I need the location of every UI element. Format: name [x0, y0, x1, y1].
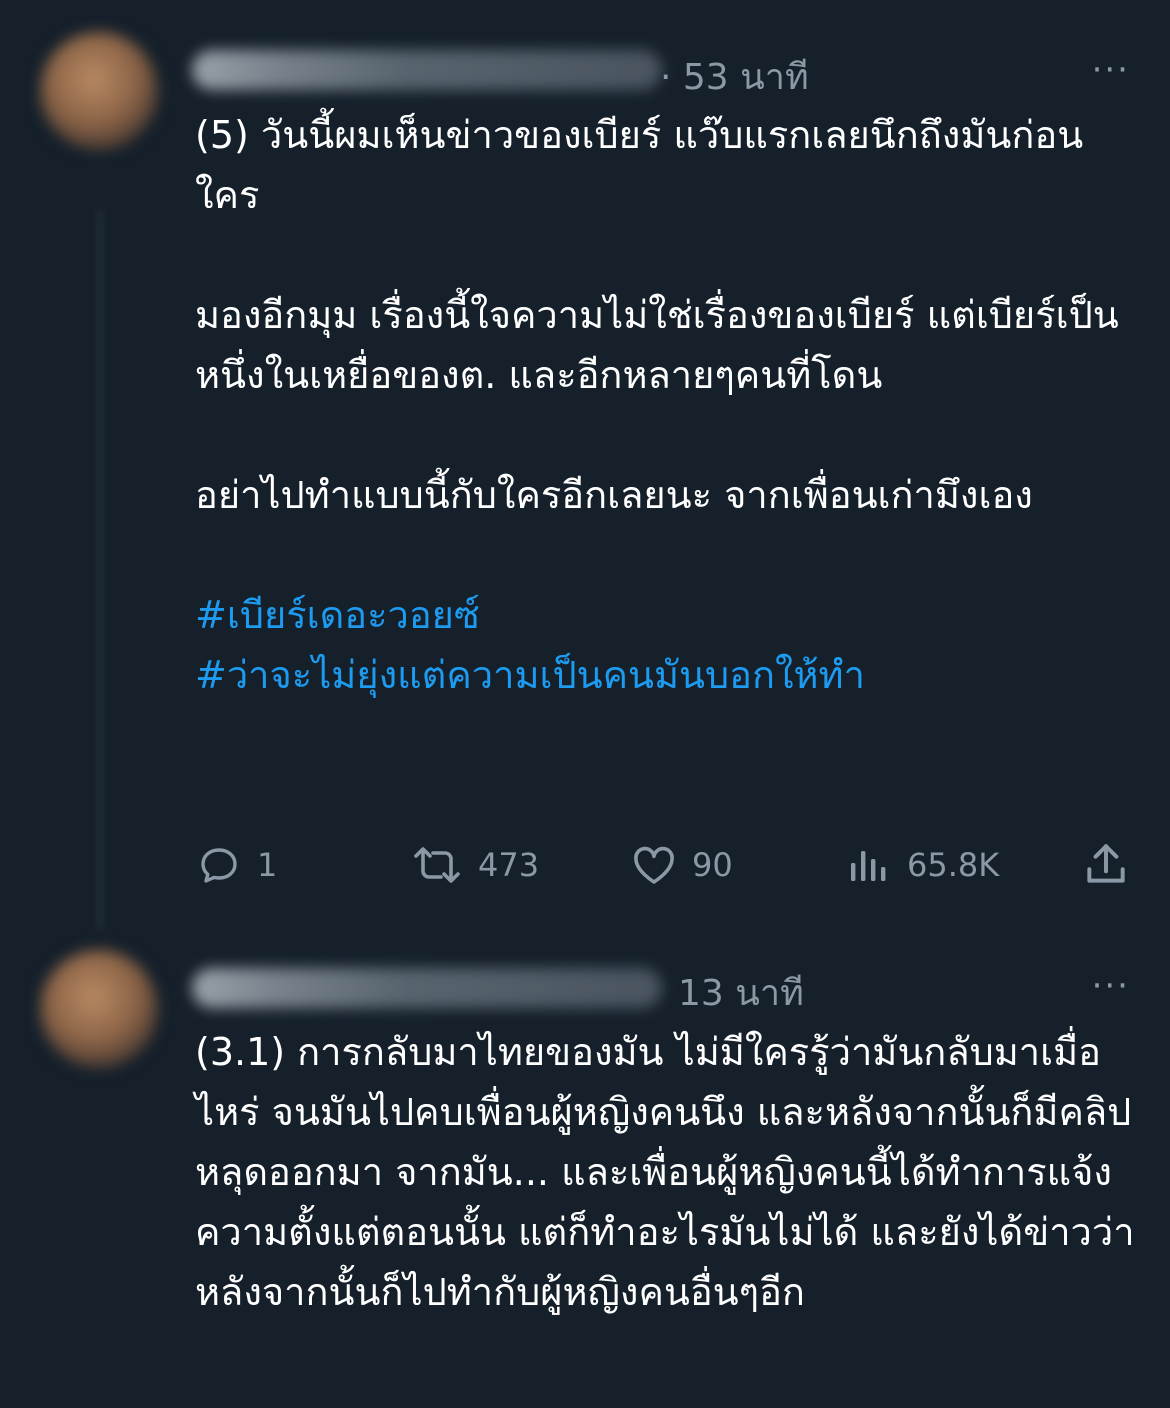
tweet-actions: 1 473 90 65.8K [195, 838, 1135, 892]
hashtag-link[interactable]: #เบียร์เดอะวอยซ์ [195, 593, 480, 637]
tweet-paragraph: มองอีกมุม เรื่องนี้ใจความไม่ใช่เรื่องของ… [195, 293, 1119, 397]
more-icon[interactable]: ··· [1092, 50, 1130, 90]
blurred-author-name[interactable] [192, 50, 662, 90]
avatar[interactable] [40, 950, 158, 1068]
tweet-paragraph: (3.1) การกลับมาไทยของมัน ไม่มีใครรู้ว่าม… [195, 1030, 1135, 1314]
tweet-1: · 53 นาที ··· (5) วันนี้ผมเห็นข่าวของเบี… [0, 0, 1170, 930]
hashtag-link[interactable]: #ว่าจะไม่ยุ่งแต่ความเป็นคนมันบอกให้ทำ [195, 653, 865, 697]
share-icon [1081, 840, 1131, 890]
share-button[interactable] [1081, 838, 1131, 892]
avatar[interactable] [40, 32, 158, 150]
tweet-text: (3.1) การกลับมาไทยของมัน ไม่มีใครรู้ว่าม… [195, 1022, 1135, 1322]
reply-button[interactable]: 1 [195, 838, 277, 892]
tweet-timestamp[interactable]: · 53 นาที [660, 48, 809, 105]
more-icon[interactable]: ··· [1092, 966, 1130, 1006]
like-button[interactable]: 90 [630, 838, 733, 892]
hashtag-list: #เบียร์เดอะวอยซ์ #ว่าจะไม่ยุ่งแต่ความเป็… [195, 585, 1135, 705]
reply-count: 1 [257, 846, 278, 884]
retweet-button[interactable]: 473 [410, 838, 539, 892]
views-button[interactable]: 65.8K [845, 838, 999, 892]
like-count: 90 [692, 846, 733, 884]
retweet-count: 473 [478, 846, 540, 884]
tweet-paragraph: อย่าไปทำแบบนี้กับใครอีกเลยนะ จากเพื่อนเก… [195, 473, 1033, 517]
reply-icon [195, 841, 243, 889]
tweet-2: 13 นาที ··· (3.1) การกลับมาไทยของมัน ไม่… [0, 930, 1170, 1408]
retweet-icon [410, 841, 464, 889]
view-count: 65.8K [907, 846, 1000, 884]
tweet-timestamp[interactable]: 13 นาที [678, 964, 804, 1021]
views-icon [845, 841, 893, 889]
tweet-text: (5) วันนี้ผมเห็นข่าวของเบียร์ แว๊บแรกเลย… [195, 105, 1135, 705]
heart-icon [630, 841, 678, 889]
blurred-author-name[interactable] [192, 968, 662, 1008]
tweet-paragraph: (5) วันนี้ผมเห็นข่าวของเบียร์ แว๊บแรกเลย… [195, 113, 1084, 217]
